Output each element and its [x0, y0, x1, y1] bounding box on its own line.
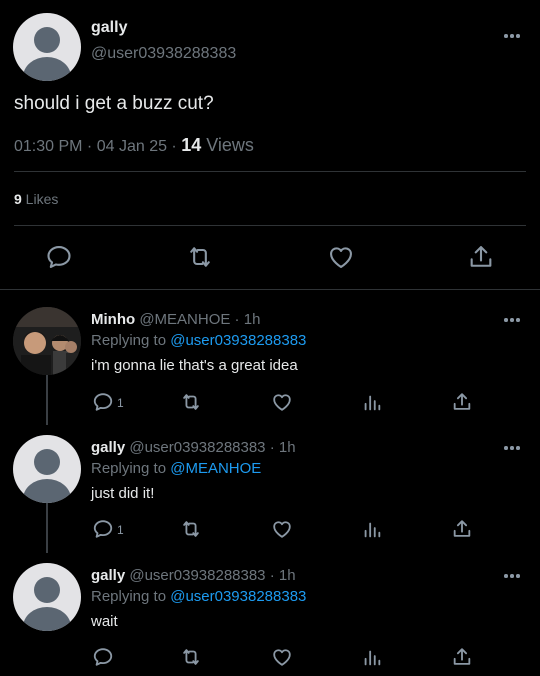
replying-to-link[interactable]: @user03938288383 [170, 332, 306, 349]
share-icon[interactable] [467, 243, 495, 271]
more-options-icon[interactable] [504, 446, 520, 450]
divider [14, 171, 526, 172]
profile-photo [13, 307, 81, 375]
views-count: 14 [181, 135, 202, 155]
thread-line [46, 503, 48, 553]
reply-text: i'm gonna lie that's a great idea [91, 357, 298, 374]
reply-count: 1 [117, 396, 124, 410]
thread-line [46, 375, 48, 425]
default-avatar-icon [34, 449, 60, 475]
share-icon[interactable] [451, 646, 473, 668]
likes-count: 9 [14, 191, 22, 207]
default-avatar-icon [34, 27, 60, 53]
replying-to-label: Replying to [91, 332, 171, 349]
views-label: Views [201, 135, 254, 155]
retweet-icon[interactable] [180, 646, 202, 668]
replying-to: Replying to @user03938288383 [91, 588, 306, 605]
replying-to-link[interactable]: @MEANHOE [170, 460, 261, 477]
analytics-icon[interactable] [361, 646, 383, 668]
handle[interactable]: @user03938288383 [91, 45, 236, 63]
display-name[interactable]: Minho [91, 311, 135, 328]
replying-to: Replying to @user03938288383 [91, 332, 306, 349]
reply-count: 1 [117, 523, 124, 537]
analytics-icon[interactable] [361, 518, 383, 540]
retweet-icon[interactable] [180, 518, 202, 540]
default-avatar-icon [34, 577, 60, 603]
reply-icon[interactable] [92, 646, 114, 668]
avatar[interactable] [13, 13, 81, 81]
analytics-icon[interactable] [361, 391, 383, 413]
reply-text: wait [91, 613, 118, 630]
avatar[interactable] [13, 435, 81, 503]
replying-to-link[interactable]: @user03938288383 [170, 588, 306, 605]
retweet-icon[interactable] [180, 391, 202, 413]
replying-to: Replying to @MEANHOE [91, 460, 261, 477]
like-icon[interactable] [271, 646, 293, 668]
display-name[interactable]: gally [91, 19, 127, 37]
reply-icon[interactable] [92, 391, 114, 413]
display-name[interactable]: gally [91, 567, 125, 584]
tweet-meta: 01:30 PM · 04 Jan 25 · 14 Views [14, 135, 254, 156]
handle-and-time[interactable]: @MEANHOE · 1h [135, 311, 260, 328]
divider [0, 289, 540, 290]
retweet-icon[interactable] [186, 243, 214, 271]
reply-header: gally @user03938288383 · 1h [91, 439, 296, 456]
divider [14, 225, 526, 226]
replying-to-label: Replying to [91, 460, 171, 477]
timestamp: 01:30 PM · 04 Jan 25 · [14, 138, 182, 155]
likes-label: Likes [21, 191, 59, 207]
reply-icon[interactable] [92, 518, 114, 540]
share-icon[interactable] [451, 518, 473, 540]
like-icon[interactable] [327, 243, 355, 271]
more-options-icon[interactable] [504, 318, 520, 322]
likes-link[interactable]: 9 Likes [14, 191, 58, 207]
reply-text: just did it! [91, 485, 155, 502]
avatar[interactable] [13, 307, 81, 375]
more-options-icon[interactable] [504, 574, 520, 578]
more-options-icon[interactable] [504, 34, 520, 38]
handle-and-time[interactable]: @user03938288383 · 1h [125, 567, 295, 584]
share-icon[interactable] [451, 391, 473, 413]
like-icon[interactable] [271, 391, 293, 413]
replying-to-label: Replying to [91, 588, 171, 605]
avatar[interactable] [13, 563, 81, 631]
reply-header: gally @user03938288383 · 1h [91, 567, 296, 584]
reply-header: Minho @MEANHOE · 1h [91, 311, 260, 328]
like-icon[interactable] [271, 518, 293, 540]
display-name[interactable]: gally [91, 439, 125, 456]
tweet-text: should i get a buzz cut? [14, 93, 214, 114]
handle-and-time[interactable]: @user03938288383 · 1h [125, 439, 295, 456]
reply-icon[interactable] [45, 243, 73, 271]
